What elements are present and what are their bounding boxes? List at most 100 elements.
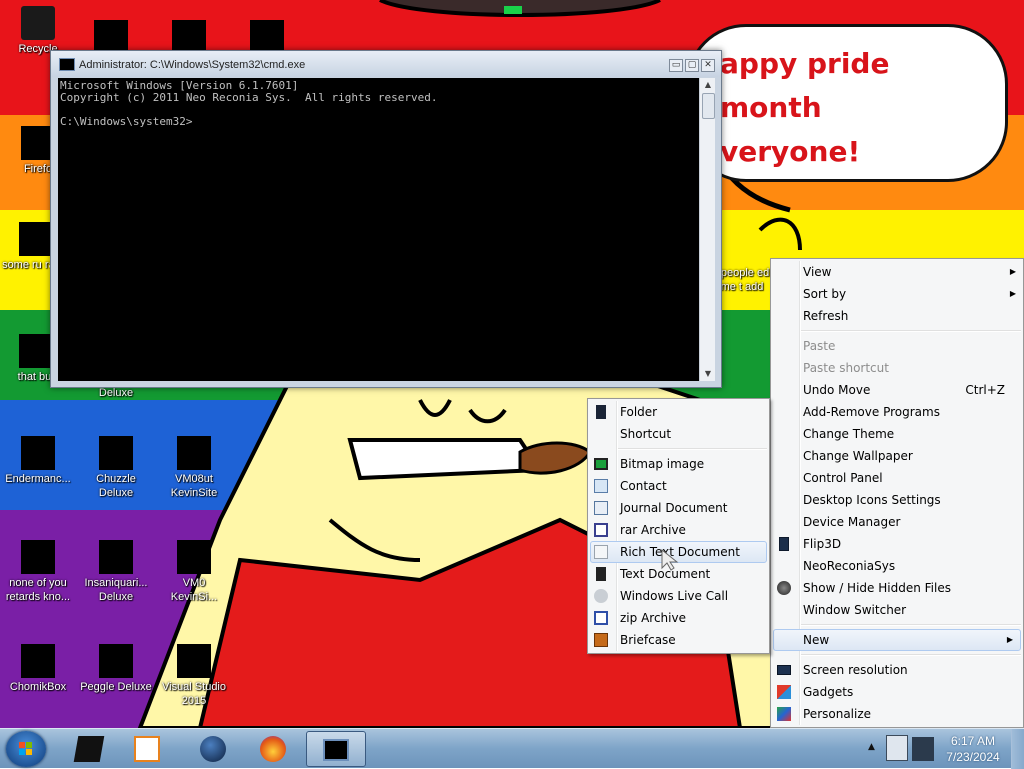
- desktop-icon-label: VM0 KevinSi...: [170, 577, 218, 603]
- menu-item-shortcut: Ctrl+Z: [965, 383, 1005, 397]
- menu-item-label: Personalize: [803, 707, 872, 721]
- live-call-icon: [594, 589, 608, 603]
- menu-item-add-remove-programs[interactable]: Add-Remove Programs: [771, 401, 1023, 423]
- menu-item-screen-resolution[interactable]: Screen resolution: [771, 659, 1023, 681]
- taskbar-item-command-prompt[interactable]: [62, 731, 116, 767]
- chevron-right-icon: ▶: [1009, 267, 1016, 276]
- desktop-icon-label: Peggle Deluxe: [80, 681, 152, 693]
- menu-item-neoreconiasys[interactable]: NeoReconiaSys: [771, 555, 1023, 577]
- taskbar-item-globe[interactable]: [186, 731, 240, 767]
- taskbar-item-firefox[interactable]: [246, 731, 300, 767]
- menu-item-paste-shortcut[interactable]: Paste shortcut: [771, 357, 1023, 379]
- speech-bubble-text: appy pride month veryone!: [720, 47, 890, 168]
- desktop-icon-label: none of you retards kno...: [5, 577, 71, 603]
- menu-item-label: Control Panel: [803, 471, 883, 485]
- taskbar-item-media-player[interactable]: [120, 731, 174, 767]
- desktop-context-menu: View ▶ Sort by ▶ Refresh Paste Paste short…: [770, 258, 1024, 728]
- cmd-window[interactable]: Administrator: C:\Windows\System32\cmd.e…: [50, 50, 722, 388]
- desktop-icon-label: Chuzzle Deluxe: [96, 473, 136, 499]
- desktop-icon-chomikbox[interactable]: ChomikBox: [2, 644, 74, 694]
- submenu-item-journal-document[interactable]: Journal Document: [588, 497, 769, 519]
- journal-icon: [594, 501, 608, 515]
- submenu-item-windows-live-call[interactable]: Windows Live Call: [588, 585, 769, 607]
- cmd-window-icon: [59, 58, 75, 71]
- desktop-icon-deluxe[interactable]: Deluxe: [80, 386, 152, 400]
- recycle-bin-icon: [21, 6, 55, 40]
- menu-item-device-manager[interactable]: Device Manager: [771, 511, 1023, 533]
- clock[interactable]: 6:17 AM 7/23/2024: [940, 733, 1006, 765]
- menu-item-undo-move[interactable]: Undo Move Ctrl+Z: [771, 379, 1023, 401]
- scroll-down-icon[interactable]: ▼: [700, 367, 716, 381]
- desktop-icon-none-of-you[interactable]: none of you retards kno...: [2, 540, 74, 604]
- console-output[interactable]: Microsoft Windows [Version 6.1.7601] Cop…: [58, 78, 699, 381]
- desktop-icon-redacted[interactable]: [94, 20, 128, 54]
- volume-icon[interactable]: [912, 737, 934, 761]
- game-icon: [99, 644, 133, 678]
- menu-item-label: Device Manager: [803, 515, 901, 529]
- desktop-icon-insaniquarium[interactable]: Insaniquari... Deluxe: [80, 540, 152, 604]
- menu-item-window-switcher[interactable]: Window Switcher: [771, 599, 1023, 621]
- maximize-button[interactable]: ▢: [685, 59, 699, 72]
- desktop-icon-vm08ut[interactable]: VM08ut KevinSite: [158, 436, 230, 500]
- menu-item-label: Desktop Icons Settings: [803, 493, 941, 507]
- menu-item-gadgets[interactable]: Gadgets: [771, 681, 1023, 703]
- submenu-item-briefcase[interactable]: Briefcase: [588, 629, 769, 651]
- desktop-icon-vm0[interactable]: VM0 KevinSi...: [158, 540, 230, 604]
- submenu-item-contact[interactable]: Contact: [588, 475, 769, 497]
- menu-item-flip3d[interactable]: Flip3D: [771, 533, 1023, 555]
- scroll-up-icon[interactable]: ▲: [700, 78, 716, 92]
- desktop-icon-peggle[interactable]: Peggle Deluxe: [80, 644, 152, 694]
- app-icon: [21, 644, 55, 678]
- menu-item-label: Journal Document: [620, 501, 728, 515]
- desktop-icon-endermanch[interactable]: Endermanc...: [2, 436, 74, 486]
- scroll-thumb[interactable]: [702, 93, 715, 119]
- personalize-icon: [777, 707, 791, 721]
- contact-icon: [594, 479, 608, 493]
- desktop-icon-redacted[interactable]: [250, 20, 284, 54]
- show-desktop-button[interactable]: [1011, 729, 1024, 769]
- start-button[interactable]: [6, 731, 46, 767]
- menu-separator: [801, 330, 1021, 332]
- desktop-icon-visual-studio[interactable]: Visual Studio 2015: [158, 644, 230, 708]
- desktop-icon-chuzzle[interactable]: Chuzzle Deluxe: [80, 436, 152, 500]
- menu-item-label: Folder: [620, 405, 658, 419]
- command-prompt-app-icon: [73, 736, 105, 762]
- desktop-icon-recycle-bin[interactable]: Recycle: [2, 6, 74, 56]
- menu-item-sort-by[interactable]: Sort by ▶: [771, 283, 1023, 305]
- submenu-item-folder[interactable]: Folder: [588, 401, 769, 423]
- taskbar-item-cmd-window[interactable]: [306, 731, 366, 767]
- submenu-item-bitmap-image[interactable]: Bitmap image: [588, 453, 769, 475]
- submenu-item-shortcut[interactable]: Shortcut: [588, 423, 769, 445]
- game-icon: [99, 540, 133, 574]
- desktop-icon-redacted[interactable]: [172, 20, 206, 54]
- gadgets-icon: [777, 685, 791, 699]
- menu-item-desktop-icons-settings[interactable]: Desktop Icons Settings: [771, 489, 1023, 511]
- text-document-icon: [596, 567, 606, 581]
- menu-item-label: Change Theme: [803, 427, 895, 441]
- submenu-item-rar-archive[interactable]: rar Archive: [588, 519, 769, 541]
- menu-item-new[interactable]: New ▶: [773, 629, 1021, 651]
- menu-item-change-theme[interactable]: Change Theme: [771, 423, 1023, 445]
- menu-item-refresh[interactable]: Refresh: [771, 305, 1023, 327]
- cmd-titlebar[interactable]: Administrator: C:\Windows\System32\cmd.e…: [51, 51, 721, 77]
- clock-date: 7/23/2024: [946, 750, 1000, 764]
- menu-item-control-panel[interactable]: Control Panel: [771, 467, 1023, 489]
- minimize-button[interactable]: ▭: [669, 59, 683, 72]
- cmd-window-title: Administrator: C:\Windows\System32\cmd.e…: [79, 59, 306, 71]
- menu-item-label: rar Archive: [620, 523, 686, 537]
- firefox-icon: [21, 540, 55, 574]
- menu-item-change-wallpaper[interactable]: Change Wallpaper: [771, 445, 1023, 467]
- menu-item-show-hide-hidden-files[interactable]: Show / Hide Hidden Files: [771, 577, 1023, 599]
- desktop-icon-label: Visual Studio 2015: [161, 681, 226, 707]
- menu-item-label: Add-Remove Programs: [803, 405, 940, 419]
- network-icon[interactable]: [886, 735, 908, 761]
- menu-item-paste[interactable]: Paste: [771, 335, 1023, 357]
- submenu-item-zip-archive[interactable]: zip Archive: [588, 607, 769, 629]
- menu-item-view[interactable]: View ▶: [771, 261, 1023, 283]
- show-hidden-icons-button[interactable]: ▲: [868, 742, 875, 752]
- close-button[interactable]: ✕: [701, 59, 715, 72]
- menu-item-label: NeoReconiaSys: [803, 559, 896, 573]
- console-scrollbar[interactable]: ▲ ▼: [699, 78, 715, 381]
- briefcase-icon: [594, 633, 608, 647]
- menu-item-personalize[interactable]: Personalize: [771, 703, 1023, 725]
